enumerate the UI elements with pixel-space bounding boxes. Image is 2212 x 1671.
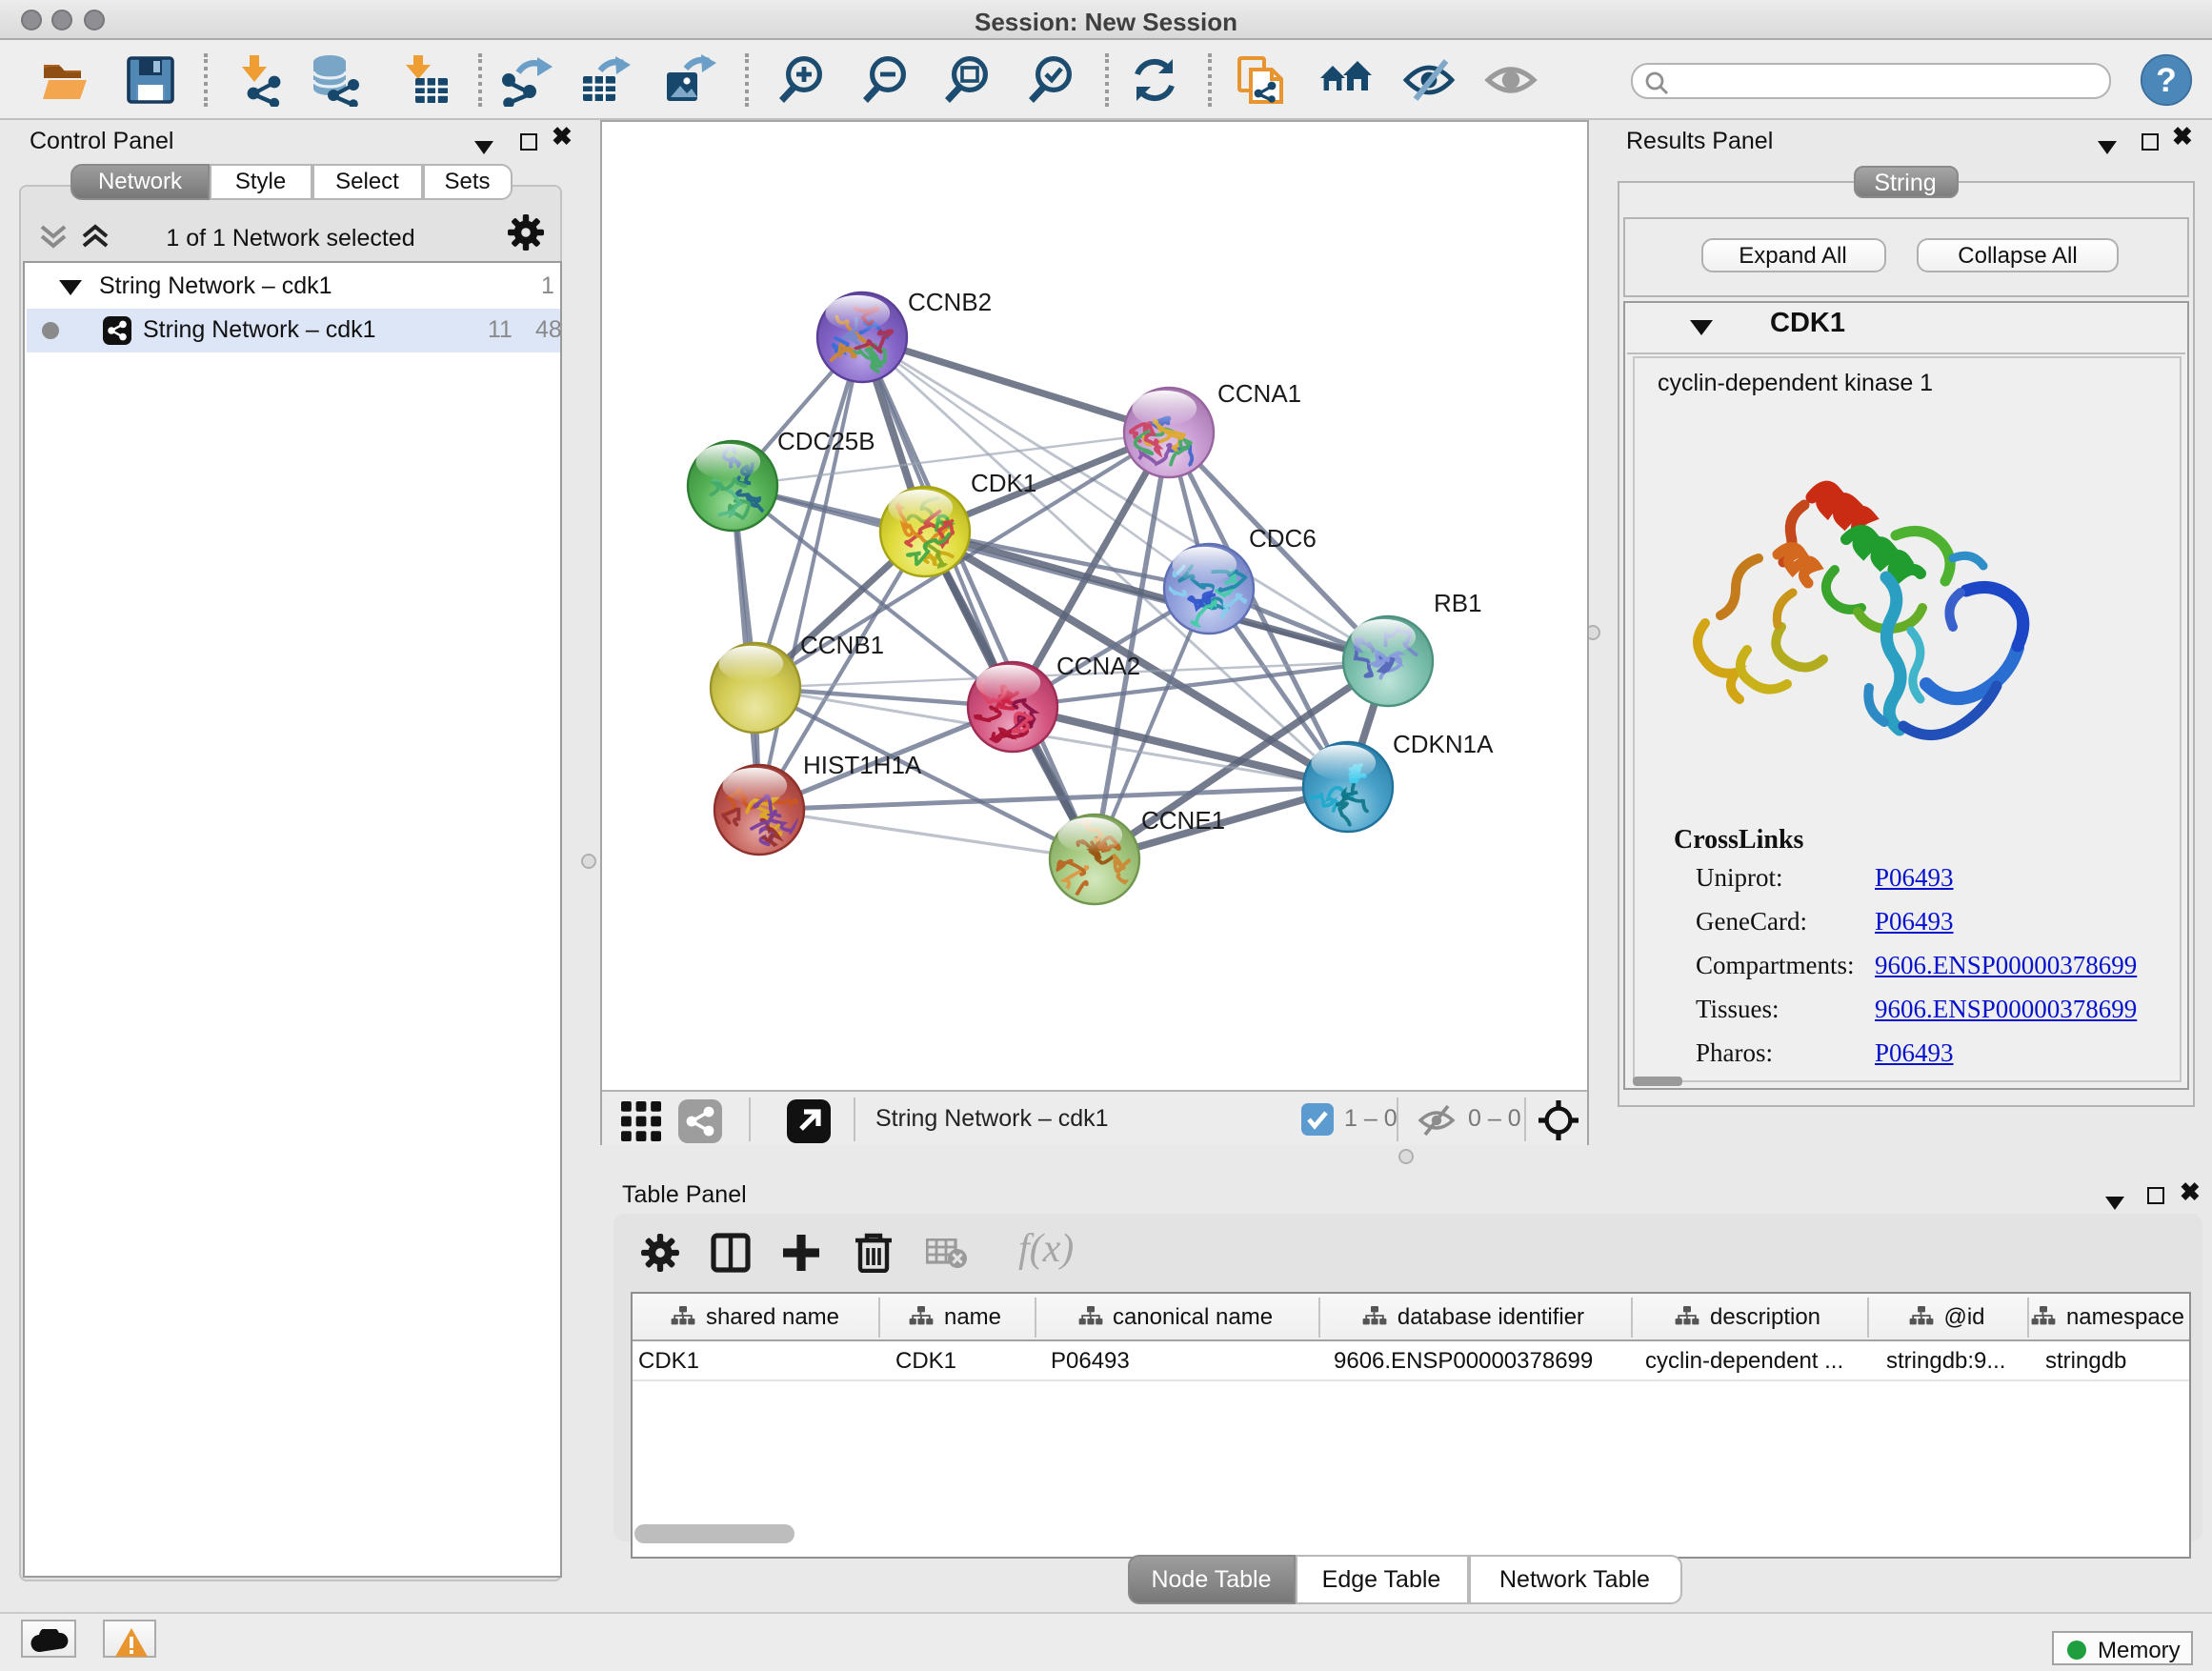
svg-text:?: ? — [2156, 61, 2177, 99]
svg-text:CCNA1: CCNA1 — [1217, 379, 1300, 408]
svg-text:RB1: RB1 — [1433, 589, 1481, 617]
svg-text:CCNB1: CCNB1 — [799, 631, 883, 659]
svg-text:CDC6: CDC6 — [1248, 524, 1316, 553]
svg-text:CDC25B: CDC25B — [776, 427, 875, 455]
svg-text:CCNA2: CCNA2 — [1056, 652, 1139, 680]
svg-text:CCNB2: CCNB2 — [907, 288, 991, 316]
svg-text:CDK1: CDK1 — [970, 469, 1036, 497]
svg-text:HIST1H1A: HIST1H1A — [802, 751, 921, 779]
svg-text:CDKN1A: CDKN1A — [1392, 730, 1493, 758]
svg-text:CCNE1: CCNE1 — [1140, 806, 1224, 835]
